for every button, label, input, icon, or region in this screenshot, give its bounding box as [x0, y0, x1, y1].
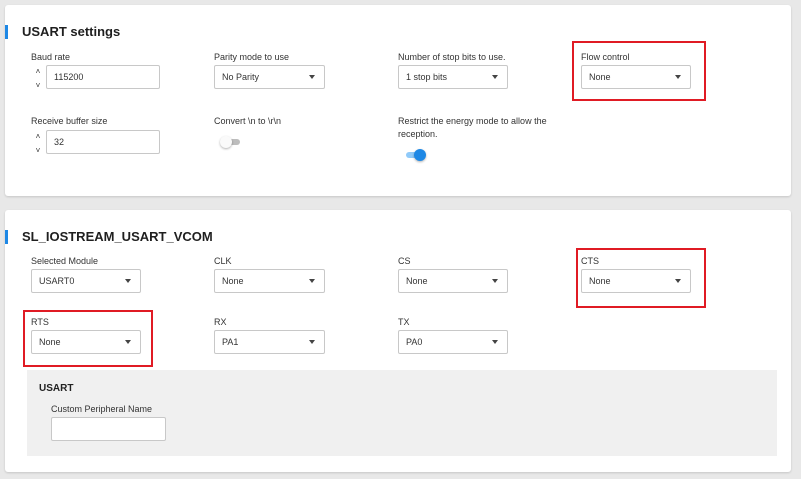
rts-highlight	[23, 310, 153, 367]
baud-rate-label: Baud rate	[31, 52, 71, 62]
selected-module-select[interactable]: USART0	[31, 269, 141, 293]
receive-buffer-label: Receive buffer size	[31, 116, 108, 126]
stop-bits-select[interactable]: 1 stop bits	[398, 65, 508, 89]
cs-label: CS	[398, 256, 411, 266]
baud-rate-increment-icon[interactable]: ˄	[34, 68, 42, 76]
caret-down-icon	[309, 279, 315, 283]
cs-value: None	[406, 276, 428, 286]
clk-value: None	[222, 276, 244, 286]
cs-select[interactable]: None	[398, 269, 508, 293]
clk-select[interactable]: None	[214, 269, 325, 293]
usart-subpanel: USART Custom Peripheral Name	[27, 370, 777, 456]
rx-value: PA1	[222, 337, 239, 347]
rx-label: RX	[214, 317, 227, 327]
usart-settings-title: USART settings	[5, 25, 120, 39]
caret-down-icon	[125, 279, 131, 283]
restrict-energy-toggle[interactable]	[404, 148, 426, 162]
caret-down-icon	[309, 340, 315, 344]
parity-mode-value: No Parity	[222, 72, 260, 82]
selected-module-value: USART0	[39, 276, 75, 286]
clk-label: CLK	[214, 256, 232, 266]
caret-down-icon	[309, 75, 315, 79]
restrict-energy-label-line2: reception.	[398, 129, 438, 139]
toggle-knob	[414, 149, 426, 161]
custom-peripheral-name-input[interactable]	[51, 417, 166, 441]
tx-label: TX	[398, 317, 410, 327]
flow-control-highlight	[572, 41, 706, 101]
caret-down-icon	[492, 75, 498, 79]
stop-bits-value: 1 stop bits	[406, 72, 448, 82]
restrict-energy-label-line1: Restrict the energy mode to allow the	[398, 116, 547, 126]
stop-bits-label: Number of stop bits to use.	[398, 52, 506, 62]
parity-mode-select[interactable]: No Parity	[214, 65, 325, 89]
parity-mode-label: Parity mode to use	[214, 52, 290, 62]
vcom-title: SL_IOSTREAM_USART_VCOM	[5, 230, 213, 244]
baud-rate-decrement-icon[interactable]: ˅	[34, 82, 42, 90]
custom-peripheral-name-label: Custom Peripheral Name	[51, 404, 153, 414]
caret-down-icon	[492, 340, 498, 344]
tx-value: PA0	[406, 337, 423, 347]
convert-newline-label: Convert \n to \r\n	[214, 116, 282, 126]
receive-buffer-decrement-icon[interactable]: ˅	[34, 147, 42, 155]
tx-select[interactable]: PA0	[398, 330, 508, 354]
baud-rate-input[interactable]: 115200	[46, 65, 160, 89]
receive-buffer-input[interactable]: 32	[46, 130, 160, 154]
toggle-knob	[220, 136, 232, 148]
vcom-card: SL_IOSTREAM_USART_VCOM Selected Module U…	[5, 210, 791, 472]
usart-settings-card: USART settings Baud rate ˄ ˅ 115200 Pari…	[5, 5, 791, 196]
convert-newline-toggle[interactable]	[220, 135, 242, 149]
cts-highlight	[576, 248, 706, 308]
caret-down-icon	[492, 279, 498, 283]
selected-module-label: Selected Module	[31, 256, 99, 266]
usart-subpanel-title: USART	[39, 383, 74, 394]
receive-buffer-increment-icon[interactable]: ˄	[34, 133, 42, 141]
rx-select[interactable]: PA1	[214, 330, 325, 354]
